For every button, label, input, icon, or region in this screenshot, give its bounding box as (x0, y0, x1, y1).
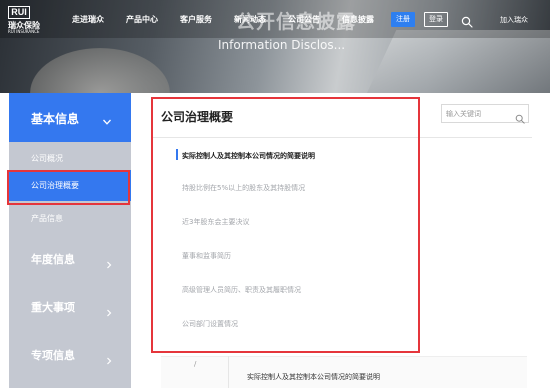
chevron-right-icon (105, 350, 113, 365)
keyword-search (441, 104, 529, 124)
chevron-down-icon (102, 112, 112, 125)
search-input[interactable] (446, 107, 512, 120)
sidebar-section-basic-info[interactable]: 基本信息 (9, 93, 131, 142)
login-button[interactable]: 登录 (424, 12, 448, 27)
sidebar-section-major-events[interactable]: 重大事项 (31, 299, 75, 315)
highlight-box (151, 97, 420, 353)
search-icon[interactable] (515, 109, 525, 124)
nav-item-service[interactable]: 客户服务 (180, 14, 212, 25)
section-heading: 实际控制人及其控制本公司情况的简要说明 (247, 373, 380, 381)
join-link[interactable]: 加入瑞众 (500, 15, 528, 25)
nav-item-news[interactable]: 新闻动态 (234, 14, 266, 25)
hero-decoration (30, 48, 170, 93)
nav-item-announcements[interactable]: 公司公告 (288, 14, 320, 25)
search-icon[interactable] (461, 13, 473, 28)
chevron-right-icon (105, 302, 113, 317)
chevron-right-icon (105, 254, 113, 269)
register-button[interactable]: 注册 (391, 12, 415, 27)
hero-decoration (363, 30, 550, 93)
hero-subtitle: Information Disclos... (218, 38, 346, 52)
sidebar-section-annual-info[interactable]: 年度信息 (31, 251, 75, 267)
highlight-box (7, 170, 130, 205)
nav-item-products[interactable]: 产品中心 (126, 14, 158, 25)
panel-tick: / (194, 360, 197, 368)
nav-item-disclosure[interactable]: 信息披露 (342, 14, 374, 25)
logo-mark: RUI (8, 6, 30, 19)
logo-name-en: RUI INSURANCE (8, 29, 40, 34)
sidebar-item-company-overview[interactable]: 公司概况 (31, 153, 63, 164)
logo[interactable]: RUI 瑞众保险 RUI INSURANCE (8, 6, 60, 34)
sidebar: 基本信息 公司概况 公司治理概要 产品信息 年度信息 重大事项 专项信息 (9, 93, 131, 388)
nav-item-about[interactable]: 走进瑞众 (72, 14, 104, 25)
sidebar-section-special-info[interactable]: 专项信息 (31, 347, 75, 363)
sidebar-item-product-info[interactable]: 产品信息 (31, 213, 63, 224)
sidebar-section-label: 基本信息 (31, 112, 80, 126)
panel-divider (228, 356, 229, 388)
top-nav: RUI 瑞众保险 RUI INSURANCE 走进瑞众 产品中心 客户服务 新闻… (0, 0, 550, 38)
